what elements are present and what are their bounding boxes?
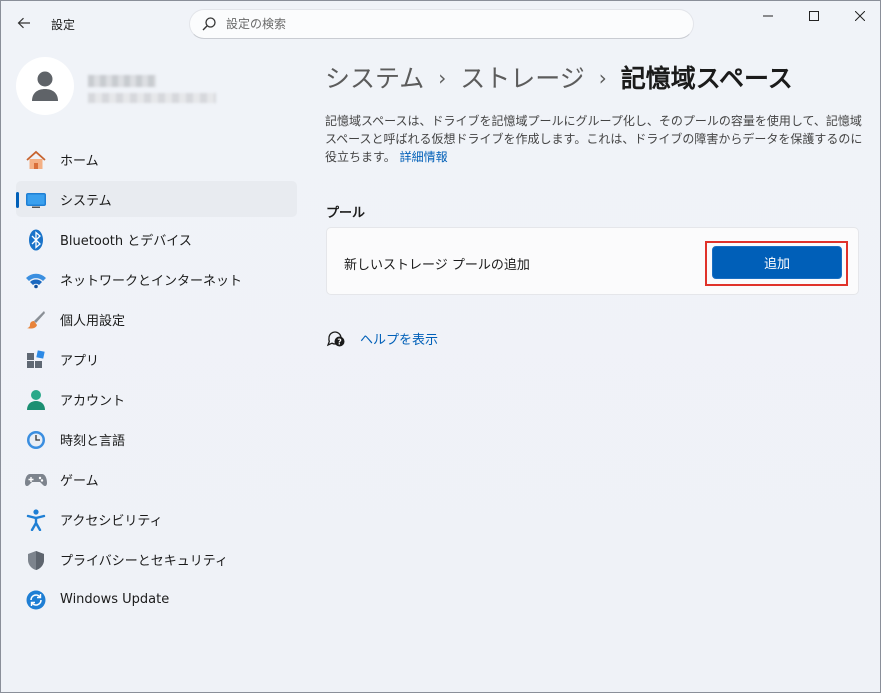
wifi-icon — [25, 269, 47, 291]
sidebar-item-label: アプリ — [60, 353, 100, 369]
brush-icon — [25, 309, 47, 331]
sidebar-item-windows-update[interactable]: Windows Update — [16, 581, 297, 617]
page-title: 記憶域スペース — [620, 64, 793, 93]
add-storage-pool-card: 新しいストレージ プールの追加 追加 — [326, 227, 859, 295]
learn-more-link[interactable]: 詳細情報 — [400, 150, 448, 164]
avatar — [16, 57, 74, 115]
app-title: 設定 — [51, 18, 76, 32]
section-title-pool: プール — [326, 206, 366, 221]
help-icon: ? — [326, 330, 345, 346]
sidebar-item-accounts[interactable]: アカウント — [16, 381, 297, 417]
sidebar-item-network[interactable]: ネットワークとインターネット — [16, 261, 297, 297]
search-input[interactable] — [226, 17, 666, 31]
sidebar-item-accessibility[interactable]: アクセシビリティ — [16, 501, 297, 537]
sidebar-item-personalization[interactable]: 個人用設定 — [16, 301, 297, 337]
breadcrumb: システム › ストレージ › 記憶域スペース — [325, 59, 793, 95]
gamepad-icon — [25, 469, 47, 491]
bluetooth-icon — [25, 229, 47, 251]
maximize-icon — [809, 11, 819, 21]
home-icon — [25, 149, 47, 171]
sidebar-item-label: システム — [60, 193, 112, 209]
add-button[interactable]: 追加 — [712, 246, 842, 279]
sidebar-item-home[interactable]: ホーム — [16, 141, 297, 177]
card-label: 新しいストレージ プールの追加 — [344, 258, 530, 273]
sidebar-nav: ホーム システム Bluetooth とデバイス ネットワークとインターネット … — [16, 141, 297, 621]
sidebar-item-label: ゲーム — [60, 473, 99, 489]
sidebar-item-privacy[interactable]: プライバシーとセキュリティ — [16, 541, 297, 577]
close-button[interactable] — [837, 1, 881, 31]
search-box[interactable] — [189, 9, 694, 39]
minimize-icon — [763, 15, 773, 17]
settings-window: 設定 設定の検索 ホーム システム Bluetooth とデバイス ネットワーク… — [0, 0, 881, 693]
user-name-redacted — [88, 75, 156, 87]
time-language-icon — [25, 429, 47, 451]
svg-text:?: ? — [337, 337, 341, 346]
help-label: ヘルプを表示 — [360, 333, 439, 348]
sidebar-item-time-language[interactable]: 時刻と言語 — [16, 421, 297, 457]
close-icon — [855, 11, 865, 21]
sidebar-item-label: 時刻と言語 — [60, 433, 126, 449]
sidebar-item-gaming[interactable]: ゲーム — [16, 461, 297, 497]
back-button[interactable] — [9, 9, 39, 37]
user-icon — [32, 71, 58, 101]
breadcrumb-system[interactable]: システム — [325, 64, 424, 93]
user-email-redacted — [88, 93, 216, 103]
back-arrow-icon — [17, 17, 30, 29]
sidebar-item-label: アクセシビリティ — [60, 513, 163, 529]
sidebar-item-apps[interactable]: アプリ — [16, 341, 297, 377]
maximize-button[interactable] — [791, 1, 837, 31]
page-description: 記憶域スペースは、ドライブを記憶域プールにグループ化し、そのプールの容量を使用し… — [325, 112, 863, 166]
sidebar-item-label: ホーム — [60, 153, 99, 169]
breadcrumb-separator: › — [438, 66, 447, 90]
sidebar-item-label: Bluetooth とデバイス — [60, 233, 192, 249]
minimize-button[interactable] — [745, 1, 791, 31]
shield-icon — [25, 549, 47, 571]
sidebar-item-label: ネットワークとインターネット — [60, 273, 243, 289]
sidebar-item-label: アカウント — [60, 393, 126, 409]
accessibility-icon — [25, 509, 47, 531]
get-help-link[interactable]: ? ヘルプを表示 — [326, 329, 438, 348]
sidebar-item-label: 個人用設定 — [60, 313, 126, 329]
account-icon — [25, 389, 47, 411]
title-bar: 設定 — [1, 1, 880, 47]
breadcrumb-separator: › — [598, 66, 607, 90]
sidebar-item-label: Windows Update — [60, 591, 170, 607]
breadcrumb-storage[interactable]: ストレージ — [460, 64, 585, 93]
apps-icon — [25, 349, 47, 371]
update-icon — [25, 589, 47, 611]
sidebar-item-label: プライバシーとセキュリティ — [60, 553, 228, 569]
system-icon — [25, 189, 47, 211]
sidebar-item-bluetooth[interactable]: Bluetooth とデバイス — [16, 221, 297, 257]
sidebar-item-system[interactable]: システム — [16, 181, 297, 217]
search-icon — [202, 17, 216, 31]
user-profile[interactable] — [16, 57, 296, 121]
